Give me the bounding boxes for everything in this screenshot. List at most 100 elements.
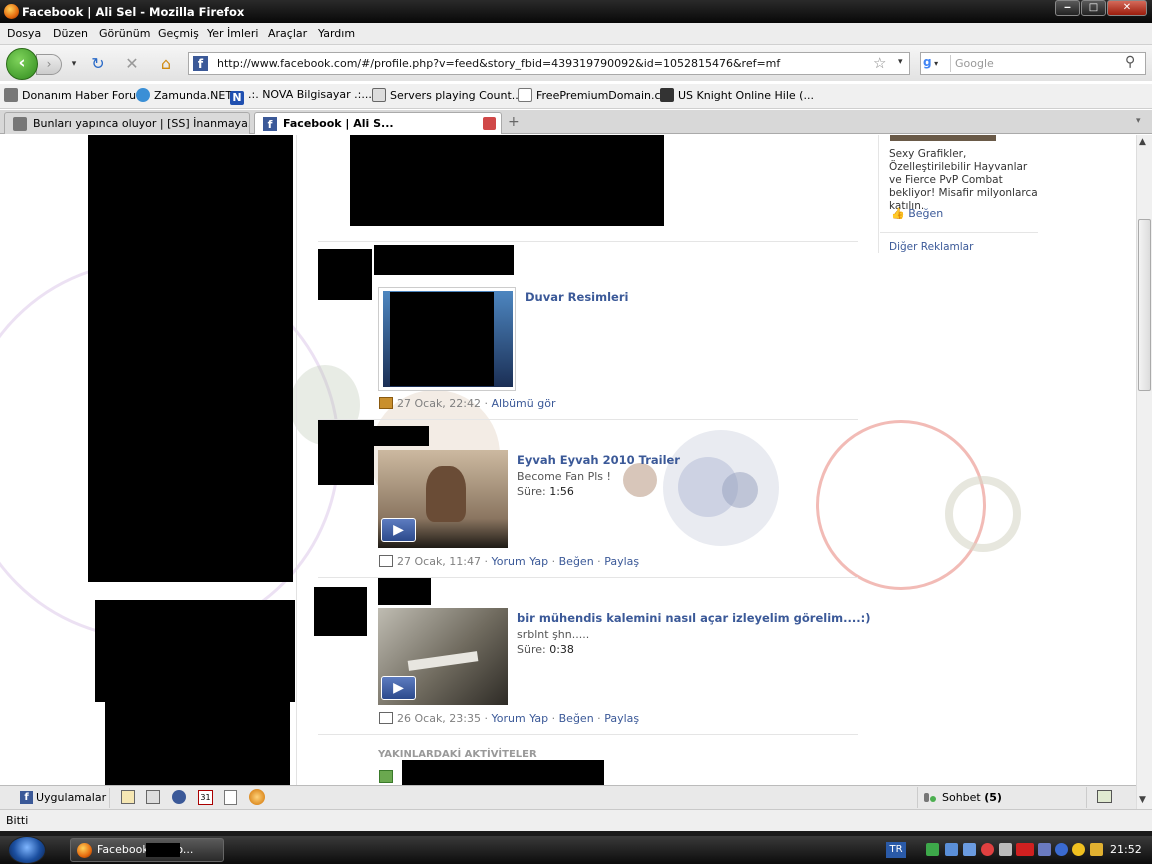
notes-icon[interactable] xyxy=(224,790,237,805)
applications-button[interactable]: f Uygulamalar xyxy=(14,788,110,808)
scroll-up-icon[interactable]: ▲ xyxy=(1139,137,1146,147)
menu-file[interactable]: Dosya xyxy=(7,27,41,40)
ad-image[interactable] xyxy=(890,135,996,141)
share-link[interactable]: Paylaş xyxy=(604,555,639,568)
like-link[interactable]: Beğen xyxy=(559,712,594,725)
redacted-block xyxy=(105,700,290,785)
knight-online-icon xyxy=(660,88,674,102)
forward-button[interactable]: › xyxy=(36,54,62,75)
search-bar[interactable]: g ▾ Google ⚲ xyxy=(920,52,1146,75)
video-title-link[interactable]: bir mühendis kalemini nasıl açar izleyel… xyxy=(517,611,870,625)
menu-bookmarks[interactable]: Yer İmleri xyxy=(207,27,258,40)
start-button[interactable] xyxy=(8,836,46,864)
photo-icon xyxy=(379,397,393,409)
divider xyxy=(318,734,858,735)
notifications-icon[interactable] xyxy=(1097,790,1112,803)
search-magnifier-icon[interactable]: ⚲ xyxy=(1125,54,1135,70)
tray-icon[interactable] xyxy=(926,843,939,856)
status-text: Bitti xyxy=(6,814,29,827)
decorative-circle xyxy=(945,476,1021,552)
bookmark-item[interactable]: Donanım Haber Forum xyxy=(4,88,147,102)
history-dropdown-icon[interactable]: ▾ xyxy=(64,54,84,74)
redacted-block xyxy=(402,760,604,785)
photos-icon[interactable] xyxy=(121,790,135,804)
menu-edit[interactable]: Düzen xyxy=(53,27,88,40)
tray-icon[interactable] xyxy=(1038,843,1051,856)
bookmark-item[interactable]: US Knight Online Hile (... xyxy=(660,88,814,102)
video-description: Become Fan Pls ! xyxy=(517,470,611,483)
play-button[interactable]: ▶ xyxy=(381,518,416,542)
redacted-block xyxy=(88,135,293,582)
close-tab-icon[interactable] xyxy=(483,117,496,130)
view-album-link[interactable]: Albümü gör xyxy=(492,397,556,410)
post-time[interactable]: 27 Ocak, 22:42 xyxy=(397,397,481,410)
url-dropdown-icon[interactable]: ▾ xyxy=(898,57,903,67)
google-engine-icon[interactable]: g ▾ xyxy=(923,55,951,72)
video-duration: Süre: 1:56 xyxy=(517,485,574,498)
game-app-icon[interactable] xyxy=(249,789,265,805)
redacted-block xyxy=(374,426,429,446)
bookmark-item[interactable]: FreePremiumDomain.c... xyxy=(518,88,671,102)
network-icon[interactable] xyxy=(963,843,976,856)
new-tab-icon[interactable]: + xyxy=(508,114,520,130)
menu-help[interactable]: Yardım xyxy=(318,27,355,40)
video-app-icon[interactable] xyxy=(146,790,160,804)
page-icon xyxy=(518,88,532,102)
redacted-block xyxy=(390,292,494,386)
firefox-icon xyxy=(77,843,92,858)
close-window-button[interactable]: ✕ xyxy=(1107,0,1147,16)
video-title-link[interactable]: Eyvah Eyvah 2010 Trailer xyxy=(517,453,680,467)
maximize-button[interactable]: □ xyxy=(1081,0,1106,16)
decorative-circle xyxy=(623,463,657,497)
video-icon xyxy=(379,712,393,724)
video-thumbnail[interactable]: ▶ xyxy=(378,608,508,705)
album-thumbnail[interactable] xyxy=(378,287,516,391)
bookmark-item[interactable]: Servers playing Count... xyxy=(372,88,522,102)
video-thumbnail[interactable]: ▶ xyxy=(378,450,508,548)
menu-history[interactable]: Geçmiş xyxy=(158,27,199,40)
share-link[interactable]: Paylaş xyxy=(604,712,639,725)
tray-icon[interactable] xyxy=(1090,843,1103,856)
stop-icon[interactable]: ✕ xyxy=(122,54,142,74)
calendar-icon[interactable]: 31 xyxy=(198,790,213,805)
scroll-down-icon[interactable]: ▼ xyxy=(1139,795,1146,805)
clock[interactable]: 21:52 xyxy=(1110,843,1142,856)
comment-link[interactable]: Yorum Yap xyxy=(492,712,549,725)
reload-icon[interactable]: ↻ xyxy=(88,54,108,74)
album-title-link[interactable]: Duvar Resimleri xyxy=(525,290,628,304)
play-button[interactable]: ▶ xyxy=(381,676,416,700)
address-bar[interactable]: f http://www.facebook.com/#/profile.php?… xyxy=(188,52,910,75)
bookmark-item[interactable]: Zamunda.NET xyxy=(136,88,232,102)
address-url[interactable]: http://www.facebook.com/#/profile.php?v=… xyxy=(217,57,780,70)
divider xyxy=(880,232,1038,233)
like-link[interactable]: Beğen xyxy=(559,555,594,568)
column-divider xyxy=(296,135,297,785)
menu-tools[interactable]: Araçlar xyxy=(268,27,307,40)
bluetooth-icon[interactable] xyxy=(1055,843,1068,856)
minimize-button[interactable]: ‒ xyxy=(1055,0,1080,16)
tab-forum[interactable]: Bunları yapınca oluyor | [SS] İnanmaya..… xyxy=(4,112,250,134)
language-indicator[interactable]: TR xyxy=(886,842,906,858)
comment-link[interactable]: Yorum Yap xyxy=(492,555,549,568)
more-ads-link[interactable]: Diğer Reklamlar xyxy=(889,241,973,253)
chat-button[interactable]: Sohbet (5) xyxy=(917,787,1087,808)
messenger-icon[interactable] xyxy=(1072,843,1085,856)
menu-view[interactable]: Görünüm xyxy=(99,27,150,40)
security-icon[interactable] xyxy=(981,843,994,856)
tab-list-icon[interactable]: ▾ xyxy=(1136,116,1141,126)
bookmark-item[interactable]: N.:. NOVA Bilgisayar .:... xyxy=(230,88,372,105)
scroll-thumb[interactable] xyxy=(1138,219,1151,391)
bookmark-star-icon[interactable]: ☆ xyxy=(873,54,886,72)
ati-icon[interactable] xyxy=(1016,843,1034,856)
vertical-scrollbar[interactable]: ▲ ▼ xyxy=(1136,135,1152,809)
volume-icon[interactable] xyxy=(999,843,1012,856)
friends-icon[interactable] xyxy=(172,790,186,804)
back-button[interactable]: ‹ xyxy=(6,48,38,80)
home-icon[interactable]: ⌂ xyxy=(156,54,176,74)
divider xyxy=(318,419,858,420)
post-time[interactable]: 26 Ocak, 23:35 xyxy=(397,712,481,725)
tab-facebook[interactable]: f Facebook | Ali S... xyxy=(254,112,502,134)
post-time[interactable]: 27 Ocak, 11:47 xyxy=(397,555,481,568)
ad-like[interactable]: 👍 Beğen xyxy=(891,207,943,220)
tray-icon[interactable] xyxy=(945,843,958,856)
